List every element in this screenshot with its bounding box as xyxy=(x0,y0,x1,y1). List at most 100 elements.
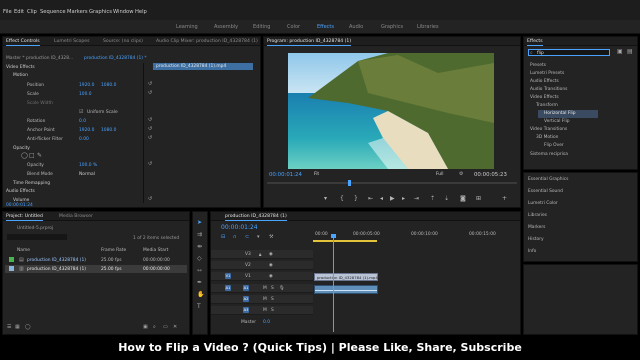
workspace-effects[interactable]: Effects xyxy=(317,24,334,30)
col-name[interactable]: Name xyxy=(17,248,30,253)
sequence-clip-name[interactable]: production ID_4328784 (1) * xyxy=(84,56,147,61)
effects-item-video-effects[interactable]: Video Effects xyxy=(530,95,559,100)
go-to-out-icon[interactable]: ⇥ xyxy=(414,195,419,202)
ec-timecode[interactable]: 00:00:01:24 xyxy=(6,203,33,208)
workspace-audio[interactable]: Audio xyxy=(349,24,363,30)
col-media-start[interactable]: Media Start xyxy=(143,248,168,253)
menu-file[interactable]: File xyxy=(3,9,12,15)
tab-audio-clip-mixer[interactable]: Audio Clip Mixer: production ID_4328784 … xyxy=(156,39,258,44)
timeline-sequence-tab[interactable]: production ID_4328784 (1) xyxy=(225,214,287,221)
ripple-edit-tool-icon[interactable]: ⇹ xyxy=(197,244,202,250)
folder-icon[interactable]: ▭ xyxy=(163,324,168,330)
track-label-v2[interactable]: V2 xyxy=(245,263,251,268)
list-view-icon[interactable]: ☰ xyxy=(7,324,11,330)
go-to-in-icon[interactable]: ⇤ xyxy=(368,195,373,202)
position-x-value[interactable]: 1920.0 xyxy=(79,83,94,88)
effects-item-video-transitions[interactable]: Video Transitions xyxy=(530,127,567,132)
panel-essential-sound[interactable]: Essential Sound xyxy=(528,189,563,194)
quality-select[interactable]: Full xyxy=(436,172,444,177)
effects-search-input[interactable]: flip xyxy=(537,51,544,56)
lift-icon[interactable]: ⇡ xyxy=(430,195,435,202)
camera-icon[interactable]: ◙ xyxy=(460,195,466,202)
antiflicker-value[interactable]: 0.00 xyxy=(79,137,89,142)
effects-item-extra[interactable]: Sistema reciprisa xyxy=(530,152,568,157)
pen-tool-icon[interactable]: ✒ xyxy=(197,280,202,286)
ellipse-mask-icon[interactable]: ◯ xyxy=(21,153,28,159)
workspace-editing[interactable]: Editing xyxy=(253,24,270,30)
menu-window[interactable]: Window xyxy=(113,9,133,15)
linked-selection-icon[interactable]: ⊂ xyxy=(245,234,249,240)
type-tool-icon[interactable]: T xyxy=(197,304,201,310)
rotation-value[interactable]: 0.0 xyxy=(79,119,86,124)
mute-button[interactable]: M xyxy=(263,308,267,313)
eye-icon[interactable]: ◉ xyxy=(269,252,273,257)
reset-icon[interactable]: ↺ xyxy=(148,161,152,167)
track-select-tool-icon[interactable]: ⇉ xyxy=(197,232,202,238)
add-button-icon[interactable]: + xyxy=(502,195,507,202)
playhead-handle[interactable] xyxy=(331,234,336,238)
settings-wrench-icon[interactable]: ⚒ xyxy=(269,234,273,240)
master-clip-path[interactable]: Master * production ID_4328... xyxy=(6,56,73,61)
wrench-icon[interactable]: ⚙ xyxy=(459,171,463,177)
razor-tool-icon[interactable]: ◇ xyxy=(197,256,202,262)
selection-tool-icon[interactable]: ➤ xyxy=(197,220,202,226)
menu-help[interactable]: Help xyxy=(135,9,147,15)
play-icon[interactable]: ▶ xyxy=(390,195,395,202)
work-area-bar[interactable] xyxy=(313,240,377,242)
anchor-x-value[interactable]: 1920.0 xyxy=(79,128,94,133)
time-remapping-label[interactable]: Time Remapping xyxy=(13,181,50,186)
step-back-icon[interactable]: ◂ xyxy=(380,195,383,202)
slip-tool-icon[interactable]: ⇿ xyxy=(197,268,202,274)
tab-media-browser[interactable]: Media Browser xyxy=(59,214,93,219)
opacity-value[interactable]: 100.0 % xyxy=(79,163,97,168)
menu-sequence[interactable]: Sequence xyxy=(40,9,66,15)
new-item-icon[interactable]: ▣ xyxy=(143,324,148,330)
project-search-input[interactable] xyxy=(7,234,67,240)
track-label-a3[interactable]: A3 xyxy=(243,307,249,313)
mute-button[interactable]: M xyxy=(263,297,267,302)
table-row[interactable]: ▤ production ID_4328784 (1) 25.00 fps 00… xyxy=(5,256,187,264)
mark-in-icon[interactable]: { xyxy=(340,195,344,202)
source-patch-v1[interactable]: V1 xyxy=(225,273,231,279)
extract-icon[interactable]: ⇣ xyxy=(444,195,449,202)
video-frame[interactable] xyxy=(288,53,494,169)
motion-label[interactable]: Motion xyxy=(13,73,28,78)
video-clip[interactable]: production ID_4328784 (1).mp4 xyxy=(314,273,378,281)
anchor-y-value[interactable]: 1080.0 xyxy=(101,128,116,133)
menu-edit[interactable]: Edit xyxy=(14,9,24,15)
panel-history[interactable]: History xyxy=(528,237,544,242)
program-timecode[interactable]: 00:00:01:24 xyxy=(269,172,302,178)
tab-project[interactable]: Project: Untitled xyxy=(6,214,43,221)
solo-button[interactable]: S xyxy=(271,297,274,302)
mic-icon[interactable]: 🎙︎ xyxy=(279,286,285,291)
effects-item-transform[interactable]: Transform xyxy=(536,103,558,108)
effects-item-horizontal-flip-highlight[interactable]: Horizontal Flip xyxy=(538,110,598,118)
track-label-v3[interactable]: V3 xyxy=(245,252,251,257)
position-y-value[interactable]: 1080.0 xyxy=(101,83,116,88)
nest-icon[interactable]: ⊟ xyxy=(221,234,225,240)
reset-icon[interactable]: ↺ xyxy=(148,135,152,141)
timeline-timecode[interactable]: 00:00:01:24 xyxy=(221,224,258,231)
panel-info[interactable]: Info xyxy=(528,249,536,254)
workspace-color[interactable]: Color xyxy=(287,24,300,30)
search-icon[interactable]: ⌕ xyxy=(153,324,156,330)
track-label-a1[interactable]: A1 xyxy=(243,285,249,291)
delete-icon[interactable]: ✕ xyxy=(173,324,177,330)
panel-lumetri-color[interactable]: Lumetri Color xyxy=(528,201,558,206)
tab-source[interactable]: Source: (no clips) xyxy=(103,39,143,44)
track-label-a2[interactable]: A2 xyxy=(243,296,249,302)
add-marker-icon[interactable]: ▾ xyxy=(324,195,327,202)
eye-icon[interactable]: ◉ xyxy=(269,274,273,279)
menu-graphics[interactable]: Graphics xyxy=(89,9,112,15)
rectangle-mask-icon[interactable]: □ xyxy=(29,153,35,159)
effects-item-lumetri-presets[interactable]: Lumetri Presets xyxy=(530,71,564,76)
opacity-group-label[interactable]: Opacity xyxy=(13,146,30,151)
ec-clip-bar[interactable]: production ID_4328784 (1).mp4 xyxy=(153,63,253,70)
mark-out-icon[interactable]: } xyxy=(354,195,358,202)
delete-icon[interactable]: ▤ xyxy=(627,49,633,55)
workspace-assembly[interactable]: Assembly xyxy=(214,24,238,30)
panel-libraries[interactable]: Libraries xyxy=(528,213,547,218)
col-frame-rate[interactable]: Frame Rate xyxy=(101,248,126,253)
reset-icon[interactable]: ↺ xyxy=(148,117,152,123)
program-title[interactable]: Program: production ID_4328784 (1) xyxy=(267,39,352,46)
